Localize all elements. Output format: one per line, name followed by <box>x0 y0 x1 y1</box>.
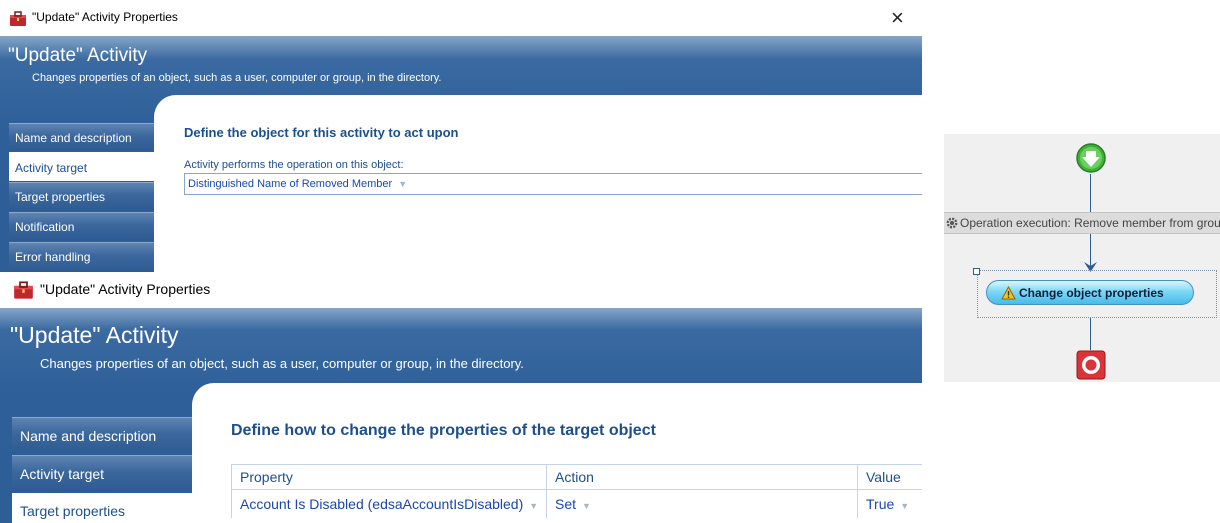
connector-line <box>1090 318 1091 350</box>
table-row[interactable]: Account Is Disabled (edsaAccountIsDisabl… <box>231 489 922 518</box>
bottom-dialog-title: "Update" Activity Properties <box>40 281 211 297</box>
top-sidebar-item-activity-target[interactable]: Activity target <box>9 152 155 181</box>
target-label: Activity performs the operation on this … <box>184 159 404 171</box>
stop-icon[interactable] <box>1076 350 1106 380</box>
activity-label: Change object properties <box>1019 286 1164 300</box>
workflow-diagram: Operation execution: Remove member from … <box>944 134 1220 382</box>
top-dialog-titlebar: "Update" Activity Properties × <box>0 0 922 36</box>
top-content-panel: Define the object for this activity to a… <box>154 95 922 272</box>
connector-line <box>1090 174 1091 212</box>
bottom-dialog-titlebar: "Update" Activity Properties <box>0 272 922 308</box>
start-arrow-icon[interactable] <box>1075 142 1107 174</box>
sidebar-item-label: Name and description <box>15 131 132 145</box>
bottom-sidebar-item-name-and-description[interactable]: Name and description <box>12 417 194 453</box>
sidebar-item-label: Activity target <box>15 161 88 175</box>
top-dialog: "Update" Activity Properties × "Update" … <box>0 0 922 272</box>
action-cell[interactable]: Set ▼ <box>546 489 858 518</box>
sidebar-item-label: Error handling <box>15 250 91 264</box>
section-title: Define how to change the properties of t… <box>231 422 656 439</box>
chevron-down-icon: ▼ <box>900 501 910 511</box>
top-sidebar-item-name-and-description[interactable]: Name and description <box>9 123 155 151</box>
sidebar-item-label: Target properties <box>20 503 126 519</box>
top-header-title: "Update" Activity <box>8 45 148 66</box>
bottom-header-subtitle: Changes properties of an object, such as… <box>40 356 524 371</box>
top-dialog-title: "Update" Activity Properties <box>32 10 178 24</box>
bottom-dialog: "Update" Activity Properties "Update" Ac… <box>0 272 922 523</box>
sidebar-item-label: Name and description <box>20 428 157 444</box>
dropdown-value: Distinguished Name of Removed Member <box>188 178 393 190</box>
warning-triangle-icon <box>1001 286 1016 300</box>
toolbox-icon <box>10 11 26 26</box>
operation-label: Operation execution: Remove member from … <box>960 216 1220 230</box>
chevron-down-icon: ▼ <box>398 179 408 189</box>
column-header-value[interactable]: Value <box>857 464 922 490</box>
value-cell[interactable]: True ▼ <box>857 489 922 518</box>
column-header-action[interactable]: Action <box>546 464 858 490</box>
bottom-sidebar-item-activity-target[interactable]: Activity target <box>12 455 194 491</box>
top-sidebar-item-notification[interactable]: Notification <box>9 212 155 240</box>
close-icon[interactable]: × <box>891 5 904 31</box>
chevron-down-icon: ▼ <box>529 501 539 511</box>
target-object-dropdown[interactable]: Distinguished Name of Removed Member ▼ <box>184 173 922 195</box>
sidebar-item-label: Notification <box>15 220 75 234</box>
properties-table: Property Action Value Account Is Disable… <box>231 464 922 518</box>
bottom-content-panel: Define how to change the properties of t… <box>192 383 922 523</box>
property-cell[interactable]: Account Is Disabled (edsaAccountIsDisabl… <box>231 489 547 518</box>
operation-execution-bar[interactable]: Operation execution: Remove member from … <box>944 212 1220 234</box>
top-header-subtitle: Changes properties of an object, such as… <box>32 72 442 84</box>
top-sidebar-item-error-handling[interactable]: Error handling <box>9 242 155 272</box>
bottom-header-title: "Update" Activity <box>10 322 179 348</box>
table-header-row: Property Action Value <box>231 464 922 490</box>
change-object-properties-activity[interactable]: Change object properties <box>986 280 1194 305</box>
bottom-sidebar-item-target-properties[interactable]: Target properties <box>12 493 194 523</box>
sidebar-item-label: Target properties <box>15 190 106 204</box>
top-sidebar-item-target-properties[interactable]: Target properties <box>9 182 155 210</box>
selection-handle[interactable] <box>973 268 980 275</box>
sidebar-item-label: Activity target <box>20 466 105 482</box>
gear-icon <box>946 217 958 229</box>
toolbox-icon <box>14 281 33 299</box>
section-title: Define the object for this activity to a… <box>184 125 459 140</box>
chevron-down-icon: ▼ <box>582 501 591 511</box>
column-header-property[interactable]: Property <box>231 464 547 490</box>
